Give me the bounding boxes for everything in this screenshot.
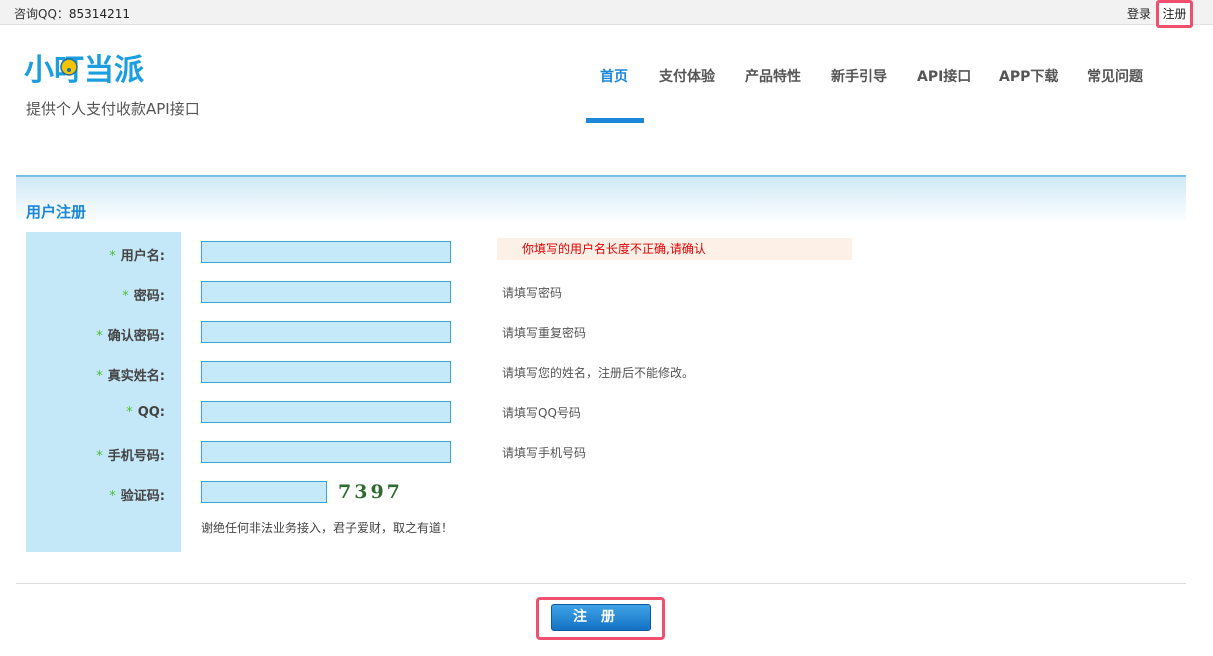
username-error-message: 你填写的用户名长度不正确,请确认: [497, 238, 852, 260]
confirm-password-label: * 确认密码:: [96, 329, 165, 344]
nav-payment-demo[interactable]: 支付体验: [659, 66, 715, 86]
password-input[interactable]: [201, 281, 451, 303]
nav-faq[interactable]: 常见问题: [1087, 66, 1143, 86]
phone-input[interactable]: [201, 441, 451, 463]
nav-active-indicator: [586, 118, 644, 123]
captcha-label: * 验证码:: [109, 489, 165, 504]
qq-number: 85314211: [68, 7, 130, 21]
real-name-label: * 真实姓名:: [96, 369, 165, 384]
qq-field-label: * QQ:: [126, 405, 165, 420]
site-logo[interactable]: 小叮当派: [24, 50, 174, 86]
qq-input[interactable]: [201, 401, 451, 423]
phone-hint: 请填写手机号码: [502, 446, 587, 460]
nav-api[interactable]: API接口: [917, 66, 971, 86]
captcha-text: 7397: [338, 481, 403, 503]
required-mark: *: [109, 249, 116, 264]
divider: [16, 583, 1186, 584]
section-header: 用户注册: [16, 175, 1186, 223]
policy-note: 谢绝任何非法业务接入，君子爱财，取之有道！: [201, 521, 454, 535]
nav-home[interactable]: 首页: [600, 66, 628, 86]
real-name-input[interactable]: [201, 361, 451, 383]
real-name-hint: 请填写您的姓名，注册后不能修改。: [502, 366, 695, 380]
password-label: * 密码:: [122, 289, 165, 304]
site-tagline: 提供个人支付收款API接口: [26, 100, 200, 118]
register-link[interactable]: 注册: [1156, 0, 1193, 28]
username-input[interactable]: [201, 241, 451, 263]
form-label-column: * 用户名: * 密码: * 确认密码: * 真实姓名: * QQ: * 手机号码: * 验证…: [26, 232, 181, 552]
captcha-input[interactable]: [201, 481, 327, 503]
nav-guide[interactable]: 新手引导: [831, 66, 887, 86]
logo-text: 小叮当派: [24, 53, 144, 86]
required-mark: *: [122, 289, 129, 304]
nav-features[interactable]: 产品特性: [745, 66, 801, 86]
captcha-image[interactable]: 7397: [336, 479, 406, 503]
confirm-password-input[interactable]: [201, 321, 451, 343]
bell-clapper: [67, 68, 71, 72]
password-hint: 请填写密码: [502, 286, 563, 300]
section-title: 用户注册: [26, 203, 87, 221]
required-mark: *: [109, 489, 116, 504]
qq-hint: 请填写QQ号码: [502, 406, 581, 420]
bell-icon: [60, 58, 78, 76]
username-label: * 用户名:: [109, 249, 165, 264]
top-bar: 咨询QQ：85314211 登录 注册: [0, 0, 1213, 28]
register-submit-button[interactable]: 注册: [551, 604, 651, 631]
phone-label: * 手机号码:: [96, 449, 165, 464]
required-mark: *: [96, 369, 103, 384]
nav-app-download[interactable]: APP下载: [999, 66, 1058, 86]
submit-highlight: 注册: [536, 597, 665, 640]
confirm-password-hint: 请填写重复密码: [502, 326, 587, 340]
qq-contact: 咨询QQ：85314211: [14, 5, 130, 22]
login-link[interactable]: 登录: [1127, 5, 1151, 22]
required-mark: *: [126, 405, 133, 420]
required-mark: *: [96, 329, 103, 344]
qq-label: 咨询QQ：: [14, 7, 69, 21]
required-mark: *: [96, 449, 103, 464]
